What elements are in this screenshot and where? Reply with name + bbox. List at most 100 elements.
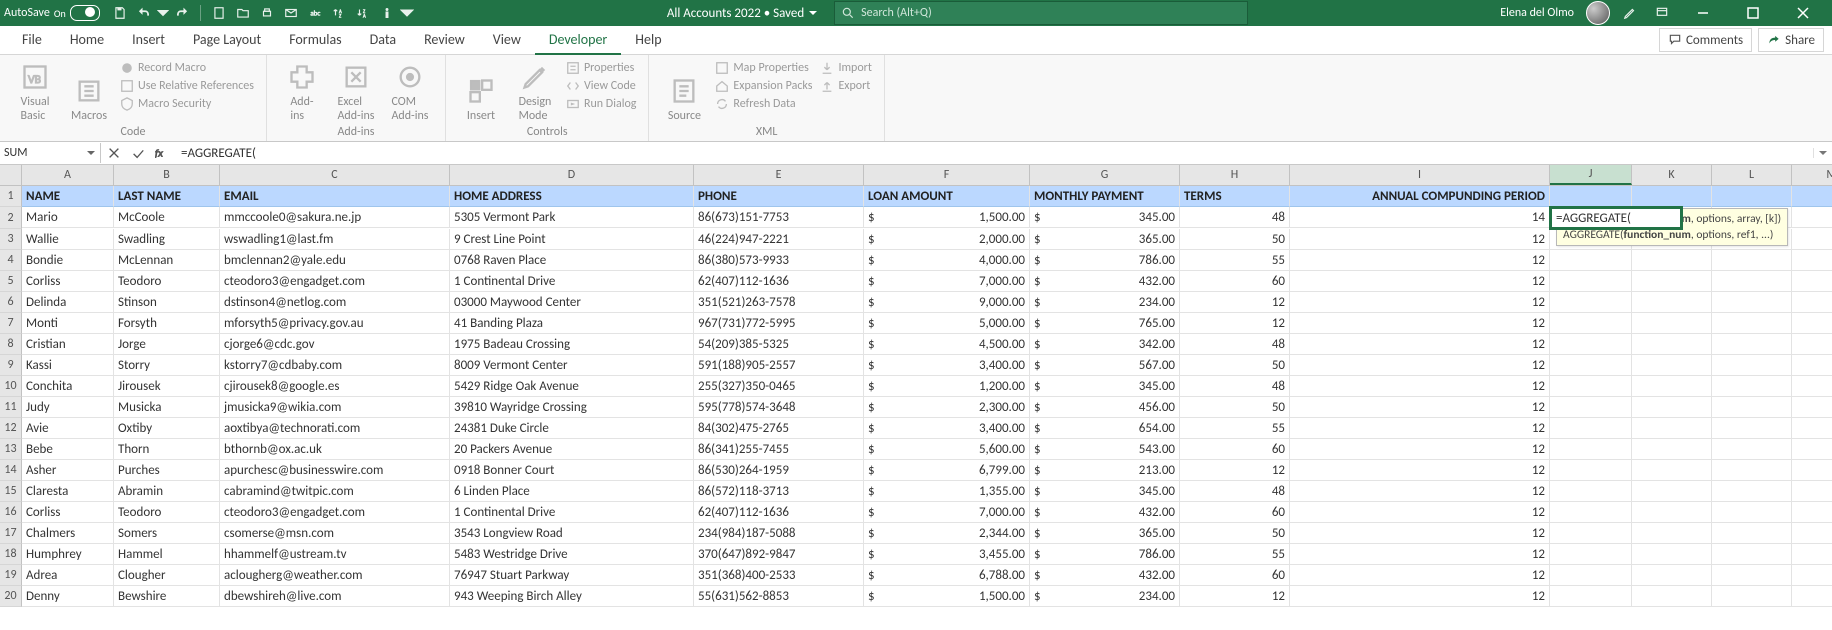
cell-16-A[interactable]: Corliss <box>22 502 114 523</box>
enter-formula-icon[interactable] <box>131 146 145 160</box>
cell-8-H[interactable]: 48 <box>1180 334 1290 355</box>
cell-17-I[interactable]: 12 <box>1290 523 1550 544</box>
spreadsheet-grid[interactable]: 1NAMELAST NAMEEMAILHOME ADDRESSPHONELOAN… <box>0 186 1832 607</box>
cell-18-C[interactable]: hhammelf@ustream.tv <box>220 544 450 565</box>
cell-6-A[interactable]: Delinda <box>22 292 114 313</box>
cell-11-J[interactable] <box>1550 397 1632 418</box>
cell-20-C[interactable]: dbewshireh@live.com <box>220 586 450 607</box>
tab-review[interactable]: Review <box>410 25 479 53</box>
row-header-14[interactable]: 14 <box>0 460 22 481</box>
cell-6-C[interactable]: dstinson4@netlog.com <box>220 292 450 313</box>
cell-14-C[interactable]: apurchesc@businesswire.com <box>220 460 450 481</box>
cell-9-G[interactable]: $567.00 <box>1030 355 1180 376</box>
cell-7-J[interactable] <box>1550 313 1632 334</box>
cell-4-J[interactable] <box>1550 250 1632 271</box>
cell-13-H[interactable]: 60 <box>1180 439 1290 460</box>
cell-5-I[interactable]: 12 <box>1290 271 1550 292</box>
cell-7-B[interactable]: Forsyth <box>114 313 220 334</box>
cell-12-B[interactable]: Oxtiby <box>114 418 220 439</box>
cell-1-H[interactable]: TERMS <box>1180 186 1290 207</box>
cell-12-A[interactable]: Avie <box>22 418 114 439</box>
cell-17-E[interactable]: 234(984)187-5088 <box>694 523 864 544</box>
cell-1-C[interactable]: EMAIL <box>220 186 450 207</box>
autosave-toggle[interactable]: AutoSave On <box>4 5 100 21</box>
source-button[interactable]: Source <box>657 57 711 123</box>
save-icon[interactable] <box>109 2 131 24</box>
cell-13-B[interactable]: Thorn <box>114 439 220 460</box>
cell-16-L[interactable] <box>1712 502 1792 523</box>
fx-icon[interactable]: fx <box>155 146 169 160</box>
cell-16-M[interactable] <box>1792 502 1832 523</box>
cell-14-B[interactable]: Purches <box>114 460 220 481</box>
cell-12-H[interactable]: 55 <box>1180 418 1290 439</box>
row-header-17[interactable]: 17 <box>0 523 22 544</box>
cell-18-J[interactable] <box>1550 544 1632 565</box>
cell-10-G[interactable]: $345.00 <box>1030 376 1180 397</box>
column-header-D[interactable]: D <box>450 165 694 185</box>
cell-20-D[interactable]: 943 Weeping Birch Alley <box>450 586 694 607</box>
cell-7-I[interactable]: 12 <box>1290 313 1550 334</box>
cell-10-F[interactable]: $1,200.00 <box>864 376 1030 397</box>
tab-page-layout[interactable]: Page Layout <box>179 25 275 53</box>
macros-button[interactable]: Macros <box>62 57 116 123</box>
cell-19-D[interactable]: 76947 Stuart Parkway <box>450 565 694 586</box>
maximize-button[interactable] <box>1732 0 1774 26</box>
spell-icon[interactable]: abc <box>304 2 326 24</box>
cell-18-F[interactable]: $3,455.00 <box>864 544 1030 565</box>
cell-17-K[interactable] <box>1632 523 1712 544</box>
cell-17-H[interactable]: 50 <box>1180 523 1290 544</box>
cell-4-A[interactable]: Bondie <box>22 250 114 271</box>
cell-5-D[interactable]: 1 Continental Drive <box>450 271 694 292</box>
cell-5-J[interactable] <box>1550 271 1632 292</box>
cell-15-G[interactable]: $345.00 <box>1030 481 1180 502</box>
cell-8-M[interactable] <box>1792 334 1832 355</box>
search-box[interactable]: Search (Alt+Q) <box>834 1 1248 25</box>
cell-12-M[interactable] <box>1792 418 1832 439</box>
doc-title-dropdown-icon[interactable] <box>808 8 818 18</box>
cell-14-M[interactable] <box>1792 460 1832 481</box>
document-title[interactable]: All Accounts 2022 • Saved <box>667 6 818 21</box>
cell-1-I[interactable]: ANNUAL COMPUNDING PERIOD <box>1290 186 1550 207</box>
row-header-15[interactable]: 15 <box>0 481 22 502</box>
cell-15-H[interactable]: 48 <box>1180 481 1290 502</box>
cell-10-K[interactable] <box>1632 376 1712 397</box>
row-header-18[interactable]: 18 <box>0 544 22 565</box>
cell-5-A[interactable]: Corliss <box>22 271 114 292</box>
row-header-13[interactable]: 13 <box>0 439 22 460</box>
addins-button[interactable]: Add- ins <box>275 57 329 123</box>
cell-13-F[interactable]: $5,600.00 <box>864 439 1030 460</box>
row-header-11[interactable]: 11 <box>0 397 22 418</box>
cell-19-G[interactable]: $432.00 <box>1030 565 1180 586</box>
cell-4-L[interactable] <box>1712 250 1792 271</box>
record-macro-item[interactable]: Record Macro <box>120 61 254 75</box>
cell-12-G[interactable]: $654.00 <box>1030 418 1180 439</box>
column-header-F[interactable]: F <box>864 165 1030 185</box>
cell-19-M[interactable] <box>1792 565 1832 586</box>
cell-10-H[interactable]: 48 <box>1180 376 1290 397</box>
cell-4-E[interactable]: 86(380)573-9933 <box>694 250 864 271</box>
cell-15-F[interactable]: $1,355.00 <box>864 481 1030 502</box>
cell-20-L[interactable] <box>1712 586 1792 607</box>
cell-9-K[interactable] <box>1632 355 1712 376</box>
cell-3-D[interactable]: 9 Crest Line Point <box>450 229 694 250</box>
cell-4-I[interactable]: 12 <box>1290 250 1550 271</box>
cell-14-D[interactable]: 0918 Bonner Court <box>450 460 694 481</box>
column-header-B[interactable]: B <box>114 165 220 185</box>
cell-16-H[interactable]: 60 <box>1180 502 1290 523</box>
cell-12-E[interactable]: 84(302)475-2765 <box>694 418 864 439</box>
undo-icon[interactable] <box>133 2 155 24</box>
sort-asc-icon[interactable]: AZ <box>328 2 350 24</box>
com-addins-button[interactable]: COM Add-ins <box>383 57 437 123</box>
expansion-packs-item[interactable]: Expansion Packs <box>715 79 812 93</box>
cell-3-M[interactable] <box>1792 229 1832 250</box>
cell-8-A[interactable]: Cristian <box>22 334 114 355</box>
cell-14-E[interactable]: 86(530)264-1959 <box>694 460 864 481</box>
cell-3-G[interactable]: $365.00 <box>1030 229 1180 250</box>
cell-14-K[interactable] <box>1632 460 1712 481</box>
cell-1-G[interactable]: MONTHLY PAYMENT <box>1030 186 1180 207</box>
view-code-item[interactable]: View Code <box>566 79 636 93</box>
cell-12-D[interactable]: 24381 Duke Circle <box>450 418 694 439</box>
cell-4-G[interactable]: $786.00 <box>1030 250 1180 271</box>
cell-8-D[interactable]: 1975 Badeau Crossing <box>450 334 694 355</box>
cell-8-F[interactable]: $4,500.00 <box>864 334 1030 355</box>
